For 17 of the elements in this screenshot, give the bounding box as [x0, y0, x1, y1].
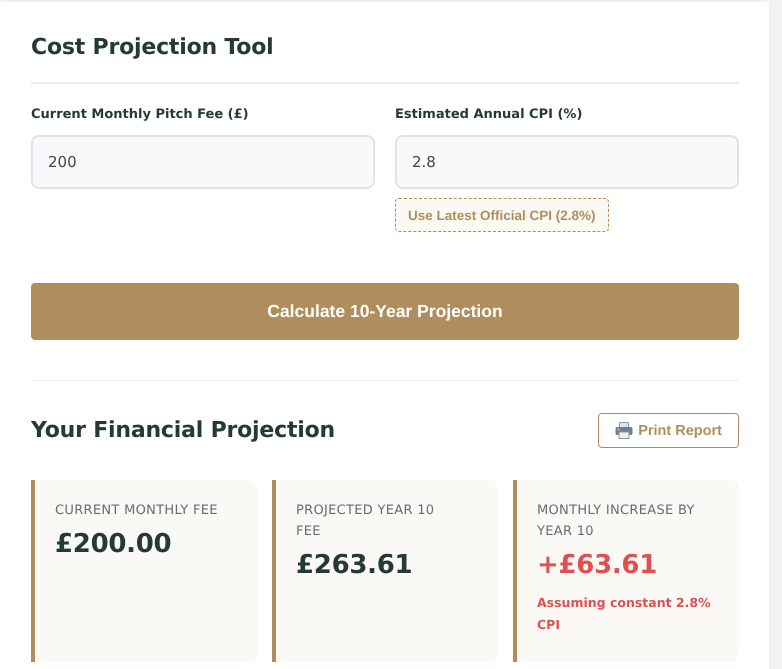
input-field[interactable]: 2.8 [395, 135, 739, 189]
card-label: CURRENT MONTHLY FEE [55, 502, 219, 520]
latest-cpi-button[interactable]: Use Latest Official CPI (2.8%) [395, 198, 609, 232]
card-value: £263.61 [296, 549, 414, 582]
field-label: Estimated Annual CPI (%) [395, 106, 582, 124]
results-title: Your Financial Projection [31, 416, 335, 444]
printer-icon [615, 422, 634, 439]
card-value: +£63.61 [537, 549, 658, 582]
tool-title: Cost Projection Tool [31, 34, 274, 62]
calculate-button[interactable]: Calculate 10-Year Projection [31, 283, 739, 340]
card-label: MONTHLY INCREASE BY YEAR 10 [537, 502, 696, 541]
card-note: Assuming constant 2.8% CPI [537, 594, 712, 634]
card-value: £200.00 [55, 528, 172, 561]
card-label: PROJECTED YEAR 10 FEE [296, 502, 436, 541]
field-label: Current Monthly Pitch Fee (£) [31, 106, 249, 124]
print-button[interactable]: Print Report [598, 413, 739, 448]
input-field[interactable]: 200 [31, 135, 375, 189]
